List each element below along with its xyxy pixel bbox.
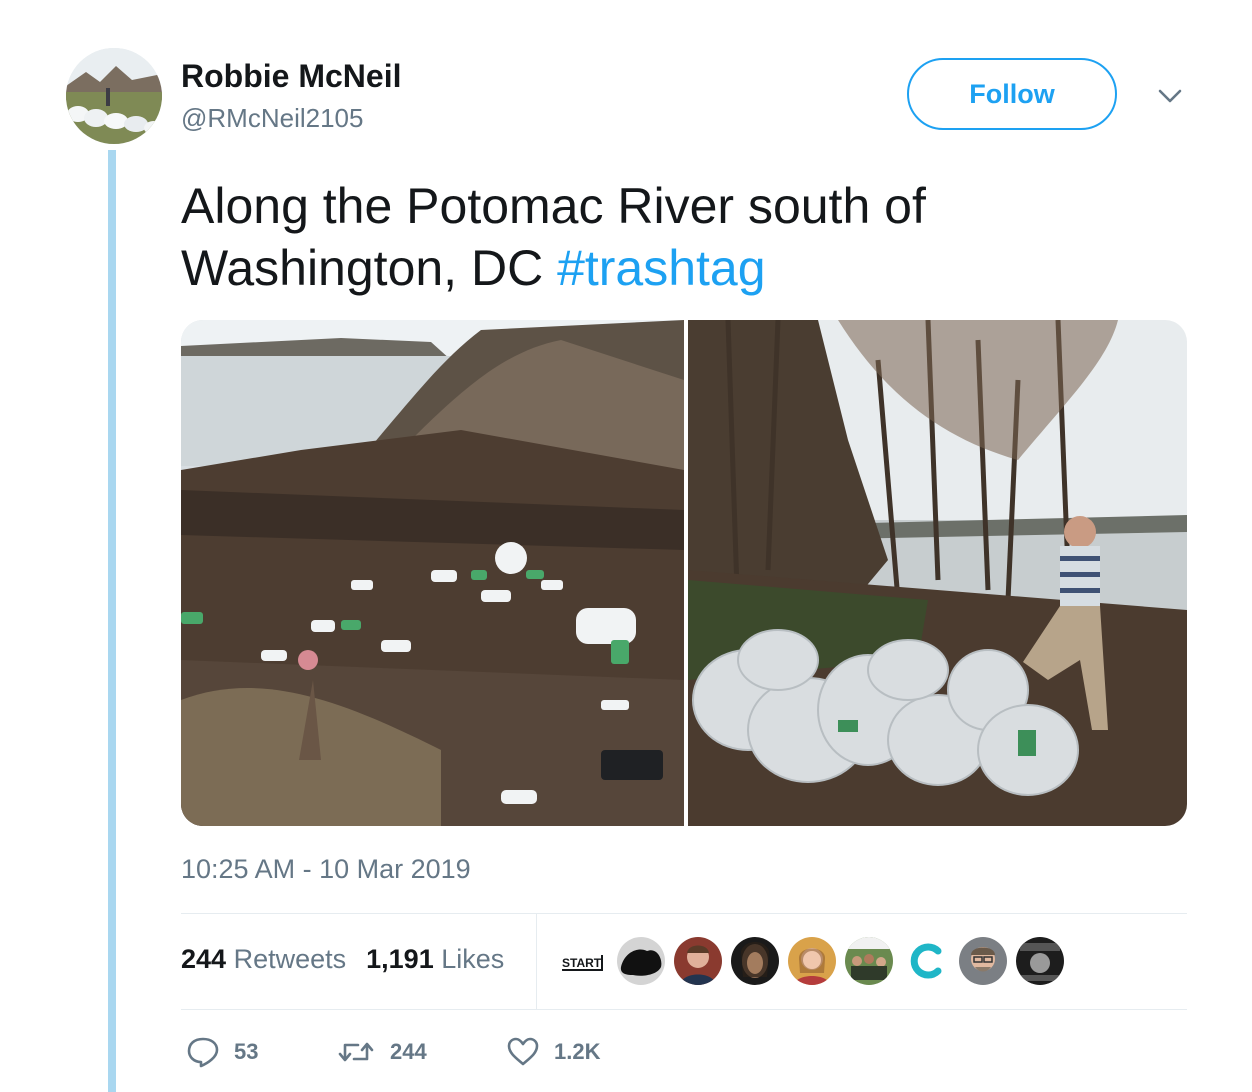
liker-avatar[interactable] xyxy=(788,937,836,985)
avatar-photo-icon xyxy=(66,48,162,144)
reply-icon xyxy=(187,1037,219,1068)
follow-button[interactable]: Follow xyxy=(907,58,1117,130)
tweet-body: Along the Potomac River south of Washing… xyxy=(181,178,926,296)
liker-avatar[interactable]: START xyxy=(560,937,608,985)
man-avatar-icon xyxy=(674,937,722,985)
group-photo-avatar-icon xyxy=(845,937,893,985)
display-name[interactable]: Robbie McNeil xyxy=(181,58,401,95)
user-avatar[interactable] xyxy=(66,48,162,144)
liker-avatar[interactable] xyxy=(959,937,1007,985)
liker-avatar[interactable] xyxy=(845,937,893,985)
user-handle[interactable]: @RMcNeil2105 xyxy=(181,103,363,134)
like-button[interactable]: 1.2K xyxy=(506,1036,600,1068)
native-portrait-avatar-icon xyxy=(731,937,779,985)
photo-riverbank-trash-icon xyxy=(181,320,684,826)
retweet-count: 244 xyxy=(390,1039,427,1064)
c-logo-icon xyxy=(902,937,950,985)
liker-avatar[interactable] xyxy=(1016,937,1064,985)
liker-avatar[interactable] xyxy=(731,937,779,985)
woman-avatar-icon xyxy=(788,937,836,985)
retweets-label: Retweets xyxy=(233,944,347,974)
stats-divider xyxy=(536,914,537,1009)
media-photo-right[interactable] xyxy=(688,320,1187,826)
poster-avatar-icon xyxy=(1016,937,1064,985)
liker-avatar[interactable] xyxy=(902,937,950,985)
heart-icon xyxy=(507,1037,539,1066)
likes-label: Likes xyxy=(441,944,505,974)
retweets-count: 244 xyxy=(181,944,227,974)
reply-count: 53 xyxy=(234,1039,259,1064)
liker-avatar[interactable] xyxy=(617,937,665,985)
tweet-text: Along the Potomac River south of Washing… xyxy=(181,175,1191,299)
media-photo-left[interactable] xyxy=(181,320,684,826)
chevron-down-icon[interactable] xyxy=(1155,84,1185,108)
retweet-button[interactable]: 244 xyxy=(336,1037,506,1067)
likes-count: 1,191 xyxy=(366,944,434,974)
dark-splash-avatar-icon xyxy=(617,937,665,985)
reply-button[interactable]: 53 xyxy=(186,1036,336,1068)
start-logo-text: START xyxy=(562,956,602,970)
hashtag-link[interactable]: #trashtag xyxy=(557,240,765,296)
retweet-icon xyxy=(338,1042,374,1062)
likes-stat[interactable]: 1,191 Likes xyxy=(366,944,504,975)
divider xyxy=(181,913,1187,914)
likers-list: START xyxy=(560,937,1064,985)
man-glasses-avatar-icon xyxy=(959,937,1007,985)
tweet-stats: 244 Retweets 1,191 Likes xyxy=(181,944,504,975)
photo-man-with-trash-bags-icon xyxy=(688,320,1187,826)
thread-line xyxy=(108,150,116,1092)
start-logo-icon: START xyxy=(560,937,608,985)
like-count: 1.2K xyxy=(554,1039,601,1064)
divider xyxy=(181,1009,1187,1010)
tweet-actions: 53 244 1.2K xyxy=(186,1036,600,1068)
retweets-stat[interactable]: 244 Retweets xyxy=(181,944,346,975)
tweet-timestamp[interactable]: 10:25 AM - 10 Mar 2019 xyxy=(181,854,471,885)
liker-avatar[interactable] xyxy=(674,937,722,985)
tweet-media xyxy=(181,320,1187,826)
